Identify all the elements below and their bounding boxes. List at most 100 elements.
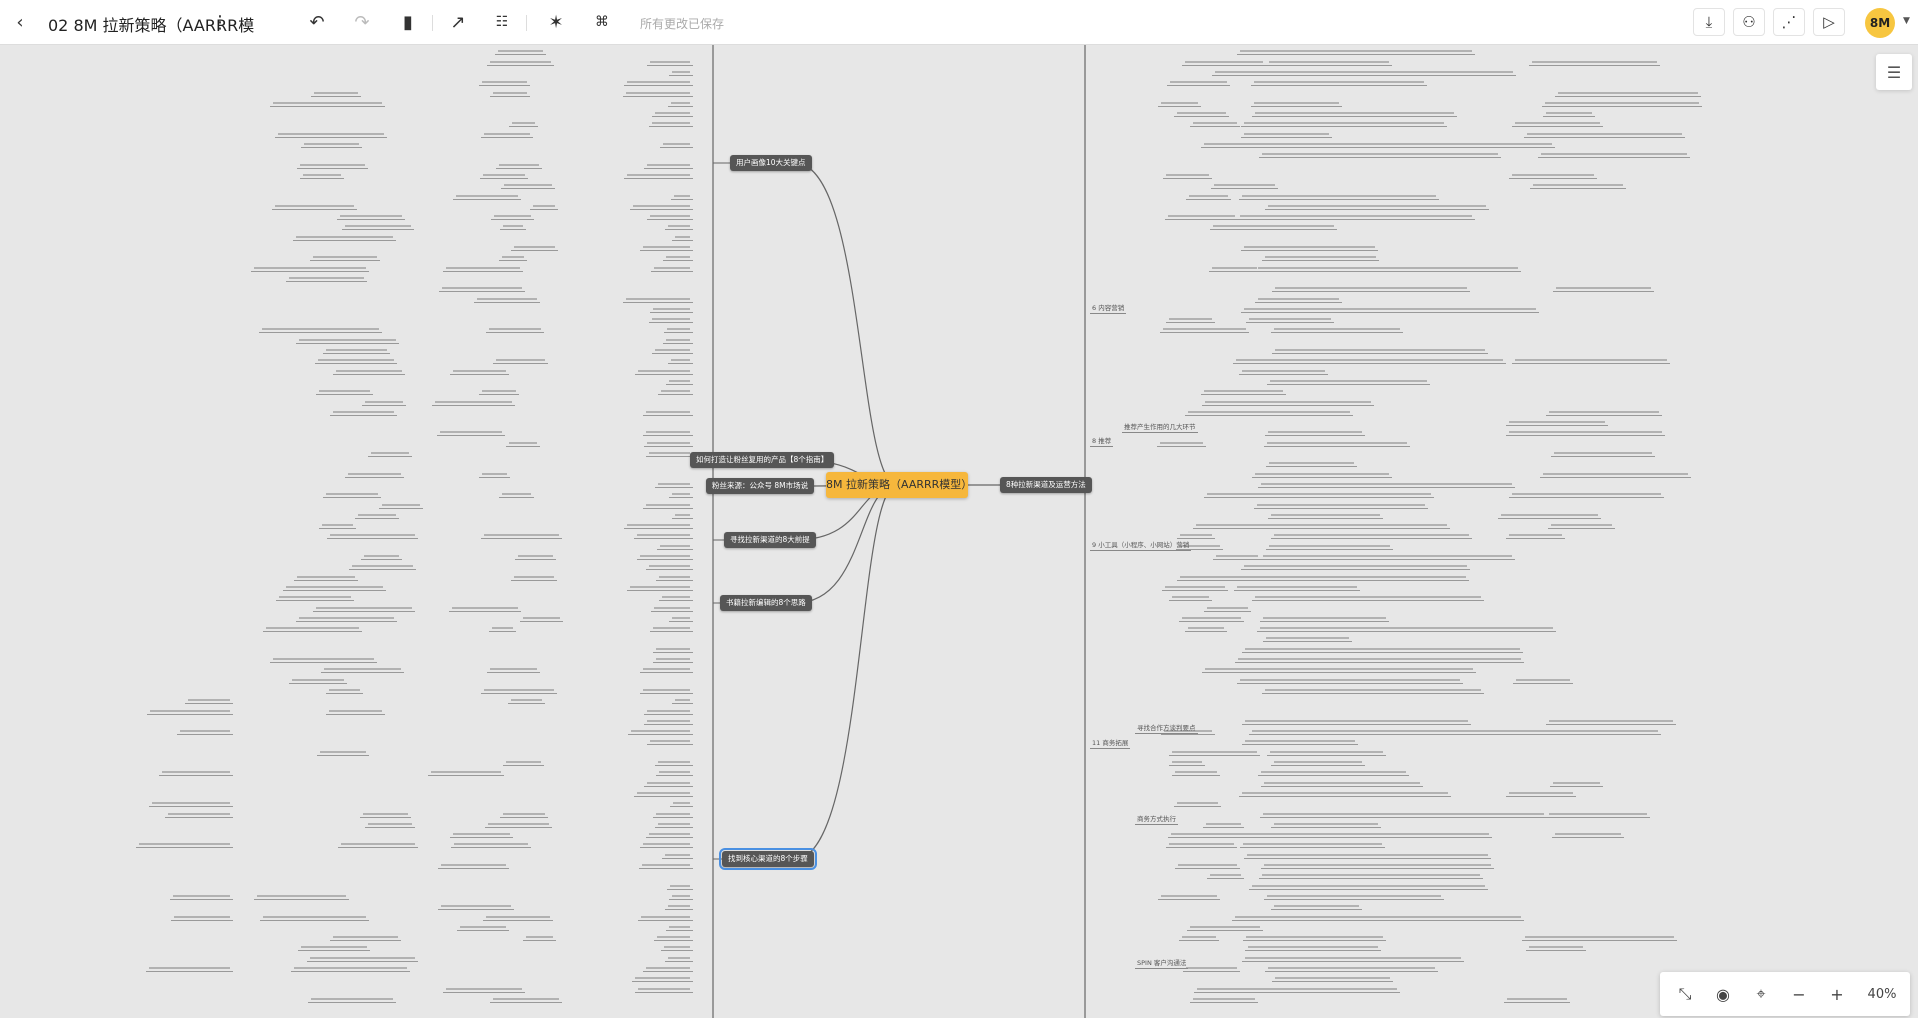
leaf-underline: [634, 373, 693, 375]
leaf-underline: [1521, 940, 1677, 942]
leaf-underline: [1261, 692, 1484, 694]
topic-user-persona[interactable]: 用户画像10大关键点: [730, 155, 812, 171]
subtopic-business-execution[interactable]: 商务方式执行: [1135, 813, 1178, 825]
leaf-topic-text: [320, 750, 367, 753]
leaf-topic-text: [639, 555, 690, 557]
leaf-topic-text: [525, 936, 553, 939]
leaf-topic-text: [1274, 287, 1467, 290]
leaf-topic-text: [293, 967, 407, 969]
leaf-underline: [666, 929, 693, 931]
leaf-underline: [1240, 136, 1333, 138]
leaf-underline: [1235, 662, 1524, 663]
leaf-topic-text: [1274, 349, 1486, 351]
leaf-underline: [1248, 414, 1354, 416]
location-pin-icon[interactable]: ⌖: [1748, 982, 1774, 1006]
leaf-underline: [1537, 157, 1690, 159]
leaf-underline: [251, 270, 369, 272]
eye-icon[interactable]: ◉: [1710, 982, 1736, 1006]
chevron-left-icon[interactable]: ‹: [10, 10, 30, 34]
topic-eight-channels[interactable]: 8种拉新渠道及运营方法: [1000, 477, 1092, 493]
leaf-underline: [481, 538, 562, 540]
topic-core-channel-steps[interactable]: 找到核心渠道的8个步骤: [719, 848, 817, 870]
subtopic-business-expansion[interactable]: 11 商务拓展: [1090, 737, 1131, 749]
leaf-topic-text: [1177, 112, 1227, 115]
leaf-topic-text: [625, 91, 690, 94]
leaf-topic-text: [299, 616, 395, 619]
leaf-topic-text: [1267, 441, 1408, 444]
leaf-topic-text: [634, 977, 690, 980]
fit-screen-icon[interactable]: ⤡: [1672, 982, 1698, 1006]
subtopic-referral-stages[interactable]: 推荐产生作用的几大环节: [1122, 421, 1198, 433]
leaf-underline: [1236, 229, 1337, 231]
leaf-underline: [1258, 878, 1484, 880]
leaf-underline: [506, 445, 540, 447]
users-icon[interactable]: ⚇: [1733, 8, 1765, 36]
leaf-underline: [295, 342, 399, 344]
leaf-topic-text: [1552, 781, 1600, 784]
subtopic-mini-tools[interactable]: 9 小工具（小程序、小网站）营销: [1090, 539, 1192, 551]
leaf-topic-text: [1263, 781, 1421, 784]
leaf-topic-text: [658, 822, 690, 825]
format-painter-icon[interactable]: ▮: [396, 10, 420, 34]
leaf-underline: [671, 703, 693, 705]
subtopic-negotiation[interactable]: 寻找合作方谈判要点: [1135, 722, 1198, 734]
outline-icon[interactable]: ☷: [490, 10, 514, 34]
leaf-topic-text: [1269, 544, 1391, 547]
leaf-underline: [309, 260, 380, 262]
topic-channel-premise[interactable]: 寻找拉新渠道的8大前提: [724, 532, 816, 548]
leaf-underline: [360, 816, 412, 818]
leaf-underline: [1252, 476, 1392, 478]
leaf-topic-text: [1265, 256, 1376, 259]
subtopic-referral[interactable]: 8 推荐: [1090, 435, 1114, 447]
leaf-underline: [1264, 971, 1439, 972]
topic-book-ideas[interactable]: 书籍拉新编辑的8个思路: [720, 595, 812, 611]
subtopic-spin[interactable]: SPIN 客户沟通法: [1135, 957, 1189, 969]
root-topic[interactable]: 8M 拉新策略（AARRR模型）: [826, 472, 972, 498]
leaf-topic-text: [1558, 91, 1699, 94]
undo-icon[interactable]: ↶: [305, 10, 329, 34]
play-icon[interactable]: ▷: [1813, 8, 1845, 36]
zoom-out-icon[interactable]: −: [1786, 982, 1812, 1006]
leaf-underline: [1185, 631, 1228, 633]
leaf-topic-text: [1506, 997, 1567, 1000]
redo-icon[interactable]: ↷: [350, 10, 374, 34]
leaf-topic-text: [1235, 915, 1521, 918]
topic-fan-source[interactable]: 粉丝来源：公众号 8M市场说: [706, 478, 815, 494]
leaf-underline: [627, 734, 693, 736]
subtopic-content-marketing[interactable]: 6 内容营销: [1090, 302, 1127, 314]
leaf-topic-text: [1166, 173, 1210, 176]
leaf-topic-text: [665, 338, 690, 341]
structure-icon[interactable]: ⌘: [590, 10, 614, 34]
leaf-topic-text: [1245, 740, 1356, 743]
leaf-underline: [1251, 147, 1555, 148]
leaf-topic-text: [1237, 585, 1358, 588]
leaf-topic-text: [381, 503, 420, 506]
leaf-underline: [669, 74, 693, 76]
leaf-underline: [1179, 940, 1219, 942]
sliders-icon[interactable]: ☰: [1876, 54, 1912, 90]
leaf-topic-text: [501, 493, 532, 496]
leaf-underline: [669, 497, 693, 499]
share-icon[interactable]: ⋰: [1773, 8, 1805, 36]
leaf-underline: [326, 713, 386, 715]
more-vertical-icon[interactable]: ⋮: [210, 10, 230, 34]
mindmap-canvas[interactable]: 8M 拉新策略（AARRR模型） 用户画像10大关键点 如何打造让粉丝复用的产品…: [0, 40, 1918, 1018]
leaf-underline: [1258, 486, 1515, 488]
leaf-topic-text: [460, 925, 506, 928]
leaf-underline: [668, 105, 693, 107]
download-icon[interactable]: ⤓: [1693, 8, 1725, 36]
caret-down-icon[interactable]: ▼: [1903, 16, 1910, 26]
leaf-topic-text: [673, 194, 690, 197]
leaf-topic-text: [489, 328, 542, 331]
magic-wand-icon[interactable]: ✶: [544, 10, 568, 34]
topic-product-guide[interactable]: 如何打造让粉丝复用的产品【8个指南】: [690, 452, 835, 468]
leaf-topic-text: [649, 833, 690, 836]
avatar[interactable]: 8M: [1865, 8, 1895, 38]
leaf-topic-text: [491, 627, 513, 630]
leaf-topic-text: [162, 771, 230, 774]
leaf-underline: [662, 342, 693, 344]
leaf-underline: [159, 775, 233, 777]
zoom-in-icon[interactable]: +: [1824, 982, 1850, 1006]
leaf-topic-text: [272, 101, 383, 104]
arrow-link-icon[interactable]: ↗: [446, 10, 470, 34]
